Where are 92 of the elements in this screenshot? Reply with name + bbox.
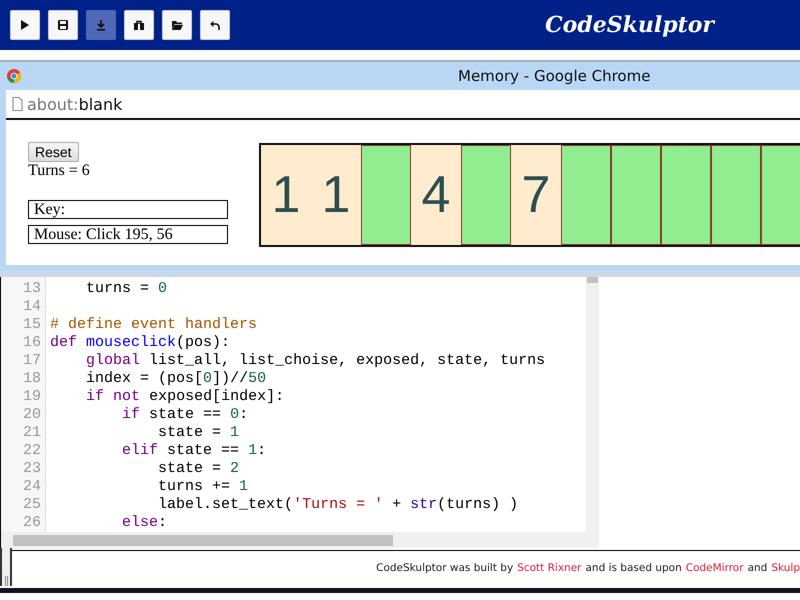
code-token: label.set_text( bbox=[158, 496, 294, 513]
line-number: 18 bbox=[22, 370, 42, 388]
code-token: 0 bbox=[230, 406, 240, 423]
grip-icon bbox=[4, 576, 8, 586]
line-number: 19 bbox=[22, 388, 42, 406]
turns-label: Turns = 6 bbox=[28, 162, 91, 180]
vertical-scrollbar[interactable] bbox=[586, 277, 599, 532]
horizontal-scrollbar[interactable] bbox=[1, 532, 599, 548]
code-token: 50 bbox=[248, 370, 266, 387]
code-token: str bbox=[410, 496, 438, 513]
card-back[interactable] bbox=[611, 145, 661, 245]
bag-button[interactable] bbox=[124, 10, 154, 40]
code-token: turns += bbox=[158, 478, 232, 495]
code-token: ])// bbox=[212, 370, 248, 387]
card-face[interactable]: 1 bbox=[311, 145, 361, 245]
line-number: 23 bbox=[22, 460, 42, 478]
code-token: index = (pos[ bbox=[86, 370, 204, 387]
line-number: 13 bbox=[22, 280, 42, 298]
folder-icon bbox=[171, 19, 183, 31]
line-number: 16 bbox=[22, 334, 42, 352]
code-token: else bbox=[122, 514, 158, 531]
play-icon bbox=[19, 19, 31, 31]
code-token: 1 bbox=[230, 424, 240, 441]
key-label: Key: bbox=[28, 200, 228, 219]
code-token: # define event handlers bbox=[50, 316, 258, 333]
credit-link[interactable]: CodeMirror bbox=[686, 562, 744, 574]
app-title: CodeSkulptor bbox=[545, 12, 714, 38]
reset-button[interactable]: Reset bbox=[28, 142, 79, 162]
card-back[interactable] bbox=[761, 145, 800, 245]
browser-logo-icon bbox=[6, 68, 22, 84]
page-icon bbox=[12, 97, 23, 111]
code-token: exposed[index]: bbox=[149, 388, 284, 405]
card-face[interactable]: 7 bbox=[511, 145, 561, 245]
line-number: 20 bbox=[22, 406, 42, 424]
code-token: elif bbox=[122, 442, 158, 459]
code-token: + bbox=[392, 496, 402, 513]
undo-button[interactable] bbox=[200, 10, 230, 40]
code-token: (turns) ) bbox=[437, 496, 518, 513]
code-token: if bbox=[122, 406, 140, 423]
code-token: : bbox=[257, 442, 266, 459]
line-number: 17 bbox=[22, 352, 42, 370]
code-token: 'Turns = ' bbox=[293, 496, 384, 513]
bag-icon bbox=[133, 19, 145, 31]
card-back[interactable] bbox=[561, 145, 611, 245]
credit-link[interactable]: Skulp bbox=[771, 562, 800, 574]
code-token: state = bbox=[158, 460, 222, 477]
save-icon bbox=[57, 19, 69, 31]
code-token: 1 bbox=[239, 478, 248, 495]
card-back[interactable] bbox=[461, 145, 511, 245]
code-token: state == bbox=[167, 442, 240, 459]
play-button[interactable] bbox=[10, 10, 40, 40]
code-token: state = bbox=[158, 424, 222, 441]
save-button[interactable] bbox=[48, 10, 78, 40]
credit-text: and is based upon bbox=[585, 562, 682, 574]
code-token: 0 bbox=[158, 280, 168, 297]
code-token: 0 bbox=[203, 370, 212, 387]
game-canvas[interactable]: 1 1 4 7 bbox=[259, 143, 800, 247]
code-token: state == bbox=[149, 406, 222, 423]
line-number: 26 bbox=[22, 514, 42, 532]
code-token: not bbox=[113, 388, 140, 405]
credit-text: and bbox=[748, 562, 768, 574]
address-bar[interactable]: about:blank bbox=[27, 94, 122, 114]
code-token: 2 bbox=[230, 460, 240, 477]
mouse-label: Mouse: Click 195, 56 bbox=[28, 225, 228, 244]
code-token: global bbox=[86, 352, 140, 369]
credit-text: CodeSkulptor was built by bbox=[376, 562, 514, 574]
line-number: 24 bbox=[22, 478, 42, 496]
folder-button[interactable] bbox=[162, 10, 192, 40]
card-back[interactable] bbox=[361, 145, 411, 245]
line-number: 22 bbox=[22, 442, 42, 460]
code-token: turns = bbox=[86, 280, 150, 297]
code-token: list_all, list_choise, exposed, state, turns bbox=[149, 352, 546, 369]
undo-icon bbox=[209, 19, 221, 31]
line-number: 25 bbox=[22, 496, 42, 514]
card-back[interactable] bbox=[711, 145, 761, 245]
line-number: 15 bbox=[22, 316, 42, 334]
credit-link[interactable]: Scott Rixner bbox=[517, 562, 582, 574]
download-button[interactable] bbox=[86, 10, 116, 40]
card-face[interactable]: 1 bbox=[261, 145, 311, 245]
code-token: 1 bbox=[248, 442, 258, 459]
code-token: : bbox=[158, 514, 168, 531]
code-token: : bbox=[239, 406, 248, 423]
download-icon bbox=[95, 19, 107, 31]
code-token: mouseclick bbox=[86, 334, 176, 351]
window-title: Memory - Google Chrome bbox=[458, 67, 650, 85]
code-token: def bbox=[50, 334, 78, 351]
code-token: if bbox=[86, 388, 104, 405]
line-number: 21 bbox=[22, 424, 42, 442]
code-token: (pos): bbox=[176, 334, 230, 351]
card-back[interactable] bbox=[661, 145, 711, 245]
line-number: 14 bbox=[22, 298, 42, 316]
card-face[interactable]: 4 bbox=[411, 145, 461, 245]
